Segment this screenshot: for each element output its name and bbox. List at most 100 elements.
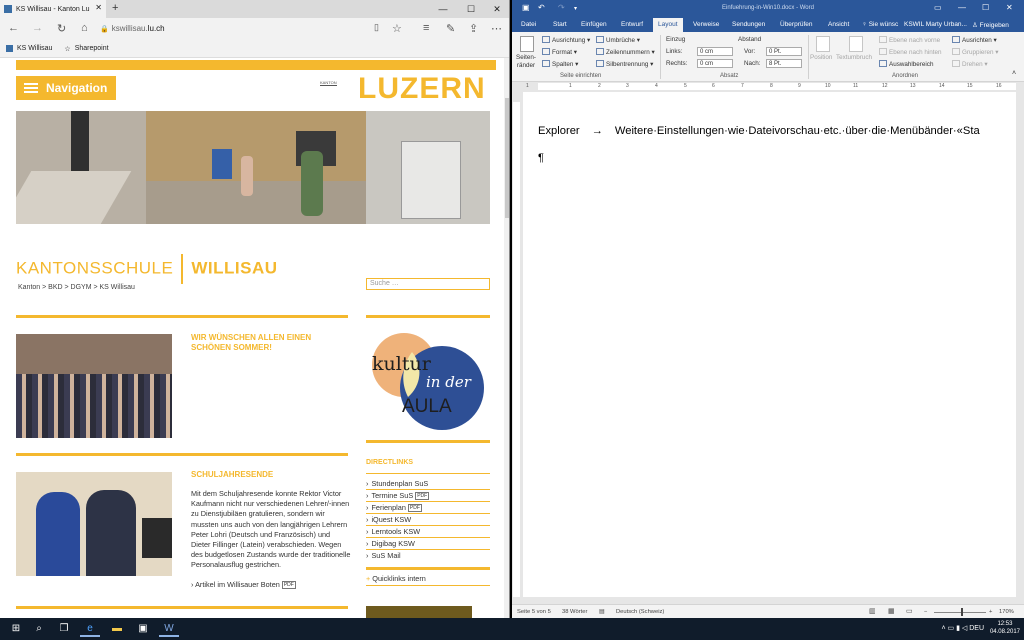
send-backward-button[interactable]: Ebene nach hinten [879,48,942,56]
indent-right-field[interactable]: 0 cm [697,59,733,68]
news-title[interactable]: SCHULJAHRESENDE [191,470,273,480]
web-note-icon[interactable]: ✎ [446,22,455,35]
task-view-icon[interactable]: ❐ [54,621,74,637]
zoom-slider-thumb[interactable] [961,608,963,616]
directlink-ferienplan[interactable]: FerienplanPDF [366,502,490,514]
home-icon[interactable]: ⌂ [81,22,88,34]
columns-button[interactable]: Spalten ▾ [542,60,578,68]
file-explorer-icon[interactable]: ▬ [107,621,127,637]
scrollbar-thumb[interactable] [505,98,509,218]
size-button[interactable]: Format ▾ [542,48,577,56]
spacing-before-field[interactable]: 0 Pt. [766,47,802,56]
refresh-icon[interactable]: ↻ [57,22,66,35]
scrollbar[interactable] [504,58,509,618]
minimize-button[interactable]: — [430,0,456,18]
tab-datei[interactable]: Datei [521,21,536,28]
directlink-sus-mail[interactable]: SuS Mail [366,550,490,562]
zoom-in-icon[interactable]: + [989,609,992,615]
page-count[interactable]: Seite 5 von 5 [517,609,551,615]
close-button[interactable]: ✕ [1006,3,1013,12]
volume-icon[interactable]: ◁ [962,625,967,632]
indent-left-field[interactable]: 0 cm [697,47,733,56]
favorite-ks-willisau[interactable]: KS Willisau [6,45,52,52]
favorite-sharepoint[interactable]: ☆ Sharepoint [64,45,108,53]
scrollbar[interactable] [1017,92,1024,597]
position-button[interactable]: Position [810,54,832,61]
new-tab-button[interactable]: + [112,2,118,14]
rotate-button[interactable]: Drehen ▾ [952,60,988,68]
tab-close-icon[interactable]: ✕ [95,3,102,12]
directlink-iquest[interactable]: iQuest KSW [366,514,490,526]
read-mode-icon[interactable]: ▥ [869,607,876,615]
word-count[interactable]: 38 Wörter [562,609,587,615]
breaks-button[interactable]: Umbrüche ▾ [596,36,640,44]
close-button[interactable]: ✕ [484,0,509,18]
wrap-text-button[interactable]: Textumbruch [836,54,872,61]
more-icon[interactable]: ⋯ [491,22,502,35]
browser-tab[interactable]: KS Willisau - Kanton Lu ✕ [0,0,106,18]
banner-image[interactable] [366,606,472,618]
hub-icon[interactable]: ≡ [423,22,429,34]
tab-start[interactable]: Start [553,21,567,28]
document-text-line[interactable]: Explorer → Weitere·Einstellungen·wie·Datei… [538,125,980,137]
directlink-termine[interactable]: Termine SuSPDF [366,490,490,502]
clock[interactable]: 12:53 04.08.2017 [990,620,1020,636]
breadcrumb[interactable]: Kanton > BKD > DGYM > KS Willisau [18,284,135,291]
hyphenation-button[interactable]: Silbentrennung ▾ [596,60,653,68]
language-status[interactable]: Deutsch (Schweiz) [616,609,664,615]
quicklinks-intern[interactable]: Quicklinks intern [366,574,426,583]
paragraph-mark[interactable]: ¶ [538,152,544,164]
horizontal-ruler[interactable]: 1 1 2 3 4 5 6 7 8 9 10 11 12 13 14 15 16 [512,82,1024,91]
search-icon[interactable]: ⌕ [29,621,49,637]
favorite-star-icon[interactable]: ☆ [392,22,402,35]
store-icon[interactable]: ▣ [133,621,153,637]
zoom-out-icon[interactable]: − [924,609,927,615]
luzern-logo[interactable]: LUZERN [358,72,486,106]
tab-verweise[interactable]: Verweise [693,21,719,28]
zoom-level[interactable]: 170% [999,609,1014,615]
tab-sendungen[interactable]: Sendungen [732,21,765,28]
word-taskbar-icon[interactable]: W [159,621,179,637]
orientation-button[interactable]: Ausrichtung ▾ [542,36,590,44]
network-icon[interactable]: ▭ [947,625,954,632]
group-button[interactable]: Gruppieren ▾ [952,48,998,56]
tell-me-box[interactable]: ♀ Sie wünsc [862,21,898,28]
tab-ansicht[interactable]: Ansicht [828,21,849,28]
directlink-digibag[interactable]: Digibag KSW [366,538,490,550]
directlink-stundenplan[interactable]: Stundenplan SuS [366,478,490,490]
zoom-slider[interactable] [934,612,986,613]
align-button[interactable]: Ausrichten ▾ [952,36,997,44]
address-bar[interactable]: 🔒 kswillisau.lu.ch [100,22,370,36]
user-account[interactable]: KSWIL Marty Urban... [904,21,967,28]
maximize-button[interactable]: ☐ [982,3,989,12]
maximize-button[interactable]: ☐ [458,0,484,18]
tab-einfuegen[interactable]: Einfügen [581,21,607,28]
document-page[interactable]: Explorer → Weitere·Einstellungen·wie·Datei… [523,92,1016,597]
minimize-button[interactable]: — [958,3,966,12]
kultur-in-der-aula-logo[interactable]: kultur in der AULA [368,328,488,433]
proofing-icon[interactable]: ▤ [599,608,605,615]
directlink-lerntools[interactable]: Lerntools KSW [366,526,490,538]
selection-pane-button[interactable]: Auswahlbereich [879,60,933,68]
share-button[interactable]: ♙ Freigeben [972,21,1009,29]
start-windows-icon[interactable]: ⊞ [6,621,26,637]
news-title[interactable]: WIR WÜNSCHEN ALLEN EINEN SCHÖNEN SOMMER! [191,333,321,353]
tab-entwurf[interactable]: Entwurf [621,21,643,28]
line-numbers-button[interactable]: Zeilennummern ▾ [596,48,655,56]
navigation-button[interactable]: Navigation [16,76,116,100]
margins-button[interactable]: Seiten- ränder [516,54,536,70]
vertical-ruler[interactable] [512,92,521,597]
web-layout-icon[interactable]: ▭ [906,607,913,615]
tab-layout[interactable]: Layout [653,18,683,32]
battery-icon[interactable]: ▮ [956,625,960,632]
news-image-teachers[interactable] [16,472,172,576]
bring-forward-button[interactable]: Ebene nach vorne [879,36,940,44]
share-icon[interactable]: ⇪ [469,22,478,35]
edge-taskbar-icon[interactable]: e [80,621,100,637]
article-link[interactable]: › Artikel im Willisauer Boten PDF [191,580,296,590]
spacing-after-field[interactable]: 8 Pt. [766,59,802,68]
news-image-aula[interactable] [16,334,172,438]
collapse-ribbon-icon[interactable]: ˄ [1012,70,1016,77]
forward-arrow-icon[interactable]: → [32,22,43,34]
back-arrow-icon[interactable]: ← [8,22,19,34]
